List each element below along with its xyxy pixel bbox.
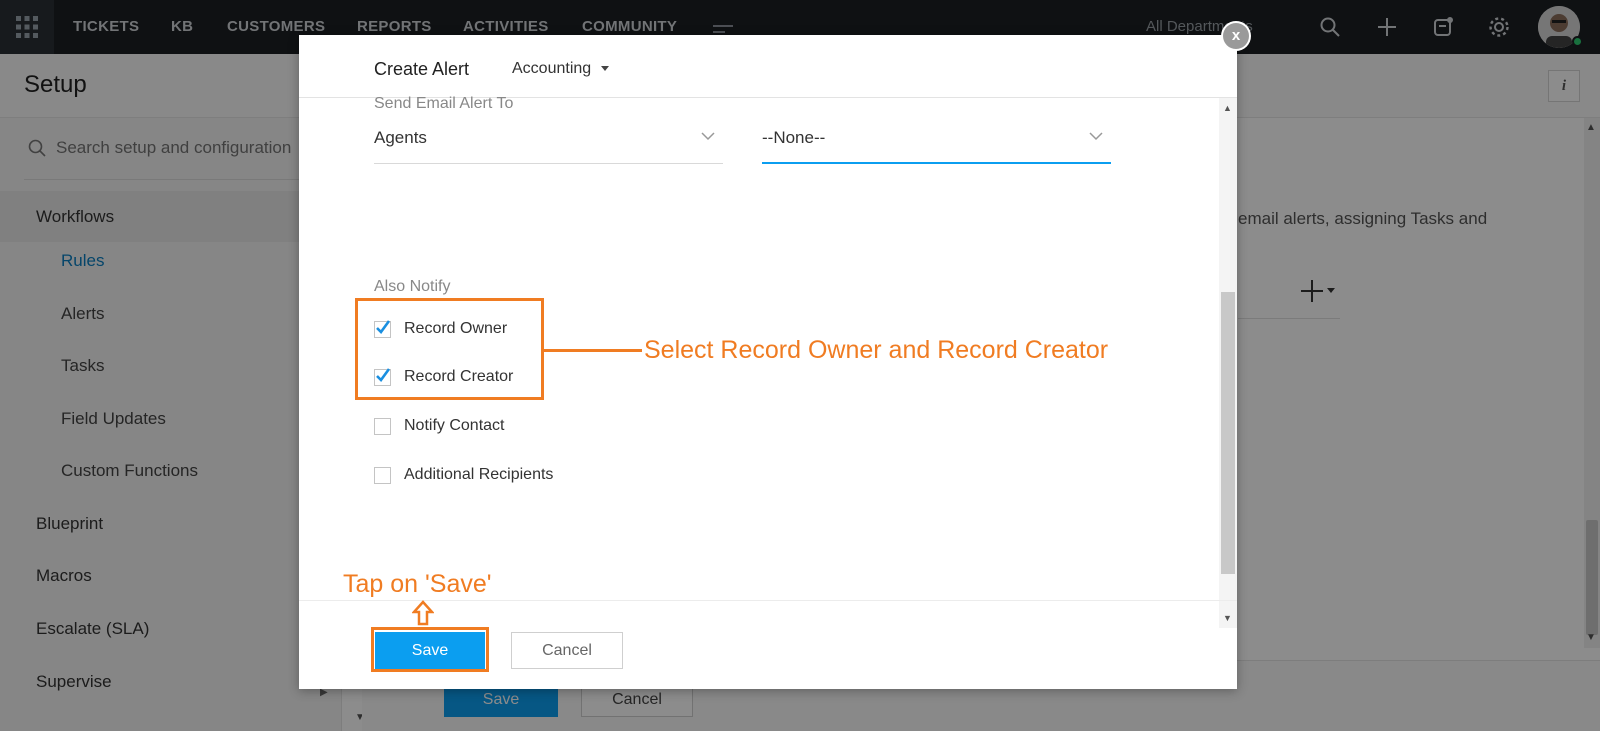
department-dropdown-value: Accounting [512,60,592,77]
annotation-up-arrow-icon [412,600,434,626]
close-modal-button[interactable]: x [1221,21,1251,51]
checkbox-additional-recipients[interactable]: Additional Recipients [374,464,553,486]
checkbox-notify-contact[interactable]: Notify Contact [374,415,504,437]
recipient-value: --None-- [762,128,826,147]
highlight-record-checkboxes [355,298,544,400]
modal-scroll-up-icon[interactable]: ▲ [1223,103,1232,113]
annotation-tap-save-text: Tap on 'Save' [343,570,492,598]
annotation-connector-line [544,349,642,352]
annotation-select-text: Select Record Owner and Record Creator [644,336,1109,364]
chevron-down-icon [701,132,715,141]
modal-title: Create Alert [374,59,470,79]
modal-header: Create Alert Accounting [299,35,1237,98]
close-icon: x [1223,23,1249,49]
send-email-alert-label: Send Email Alert To [374,95,514,112]
recipient-type-select[interactable]: Agents [374,128,723,164]
checkbox-label: Notify Contact [404,417,505,434]
checkbox-label: Additional Recipients [404,466,554,483]
highlight-save-button [371,627,489,672]
chevron-down-icon [1089,132,1103,141]
cancel-button[interactable]: Cancel [511,632,623,669]
checkbox[interactable] [374,417,391,435]
recipient-type-value: Agents [374,128,427,147]
also-notify-label: Also Notify [374,278,451,295]
recipient-value-select[interactable]: --None-- [762,128,1111,164]
modal-scrollbar-thumb[interactable] [1221,292,1235,574]
caret-down-icon [601,66,610,72]
department-dropdown[interactable]: Accounting [512,60,610,78]
checkbox[interactable] [374,466,391,484]
